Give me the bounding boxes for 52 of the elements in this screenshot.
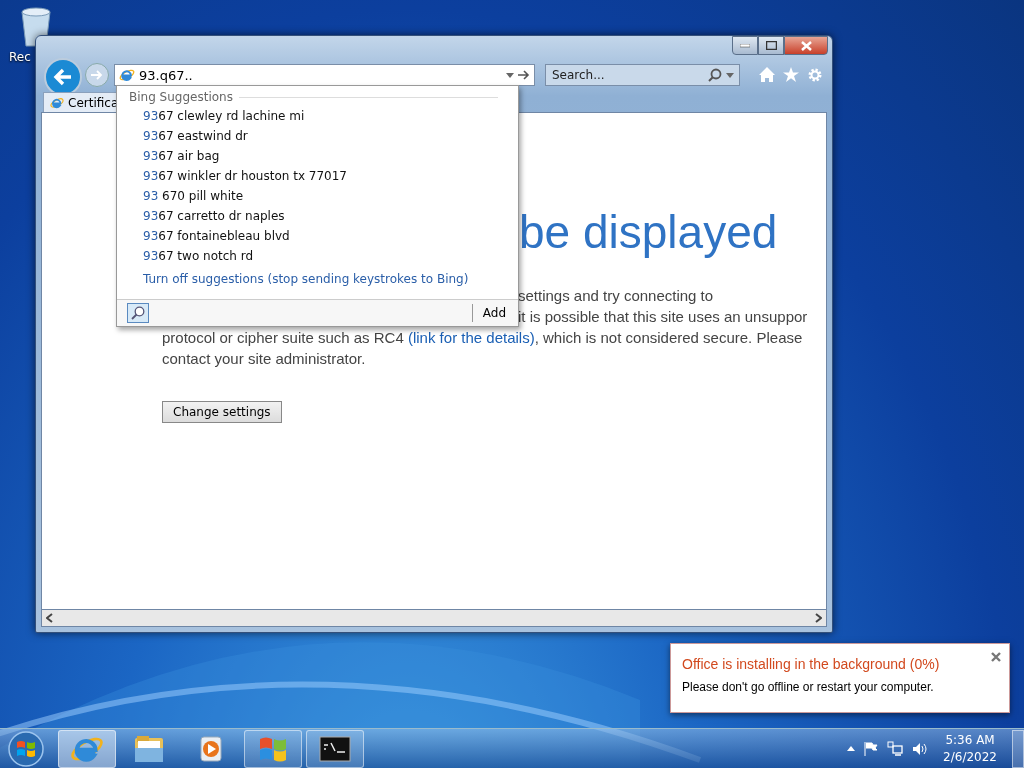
back-arrow-icon <box>53 68 73 86</box>
go-arrow-icon[interactable] <box>518 70 530 80</box>
search-button[interactable] <box>127 303 149 323</box>
page-text: it is possible that this site uses an unsuppor <box>518 307 809 327</box>
add-button[interactable]: Add <box>471 304 512 322</box>
show-hidden-icons-icon[interactable] <box>847 746 856 751</box>
search-field[interactable]: Search... <box>545 64 740 86</box>
flag-icon[interactable] <box>864 741 879 756</box>
suggestion-item[interactable]: 9367 carretto dr naples <box>117 206 518 226</box>
suggestion-item[interactable]: 93 670 pill white <box>117 186 518 206</box>
suggestion-item[interactable]: 9367 fontainebleau blvd <box>117 226 518 246</box>
page-heading: be displayed <box>519 205 779 259</box>
suggestion-item[interactable]: 9367 air bag <box>117 146 518 166</box>
minimize-button[interactable] <box>732 36 758 55</box>
details-link[interactable]: (link for the details) <box>407 329 535 346</box>
forward-arrow-icon <box>90 69 104 81</box>
volume-icon[interactable] <box>912 741 929 756</box>
horizontal-scrollbar[interactable] <box>41 610 827 627</box>
address-bar[interactable]: 93.q67.. <box>114 64 535 86</box>
change-settings-button[interactable]: Change settings <box>162 401 282 423</box>
scroll-left-icon[interactable] <box>46 613 53 623</box>
browser-icon <box>119 67 135 83</box>
suggestion-item[interactable]: 9367 two notch rd <box>117 246 518 266</box>
close-button[interactable] <box>784 36 828 55</box>
desktop-icon-label: Rec <box>9 50 31 64</box>
page-text: protocol or cipher suite such as RC4 (link for the details), which is not considered secure. Please <box>162 328 804 348</box>
folder-icon <box>133 733 165 764</box>
caret-icon[interactable] <box>506 72 514 78</box>
suggestions-header: Bing Suggestions <box>129 90 233 104</box>
close-icon[interactable] <box>991 652 1001 662</box>
search-icon[interactable] <box>708 68 722 82</box>
caret-icon[interactable] <box>726 72 734 78</box>
terminal-icon <box>319 735 351 762</box>
turn-off-suggestions-link[interactable]: Turn off suggestions (stop sending keystrokes to Bing) <box>143 272 469 286</box>
play-icon <box>198 734 224 763</box>
network-icon[interactable] <box>887 740 904 757</box>
maximize-button[interactable] <box>758 36 784 55</box>
minimize-icon <box>740 43 750 48</box>
page-text: contact your site administrator. <box>162 349 367 369</box>
page-text: settings and try connecting to <box>518 286 715 306</box>
notification-title: Office is installing in the background (0%) <box>682 656 940 672</box>
notification-text: Please don't go offline or restart your computer. <box>682 680 935 694</box>
scroll-right-icon[interactable] <box>815 613 822 623</box>
suggestion-item[interactable]: 9367 winkler dr houston tx 77017 <box>117 166 518 186</box>
clock[interactable]: 5:36 AM 2/6/2022 <box>943 731 997 766</box>
browser-icon <box>50 95 64 110</box>
maximize-icon <box>765 41 777 50</box>
show-desktop-button[interactable] <box>1012 729 1024 768</box>
close-icon <box>800 40 812 51</box>
star-icon[interactable] <box>783 67 799 82</box>
suggestion-item[interactable]: 9367 eastwind dr <box>117 126 518 146</box>
taskbar-button[interactable] <box>306 729 364 768</box>
